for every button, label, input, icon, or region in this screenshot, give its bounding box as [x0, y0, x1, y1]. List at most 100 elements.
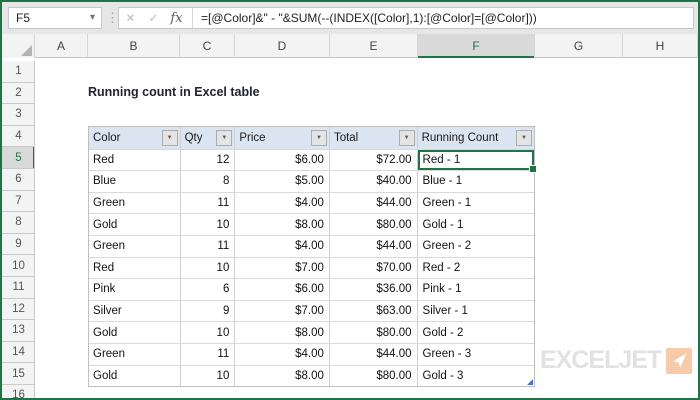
column-header-a[interactable]: A — [35, 34, 88, 58]
cell-total[interactable]: $80.00 — [330, 366, 418, 387]
column-header-g[interactable]: G — [535, 34, 623, 58]
cell-color[interactable]: Gold — [89, 214, 181, 235]
row-header[interactable]: 13 — [2, 320, 35, 342]
row-header[interactable]: 3 — [2, 104, 35, 126]
row-header[interactable]: 11 — [2, 277, 35, 299]
row-header[interactable]: 16 — [2, 385, 35, 398]
cell-price[interactable]: $4.00 — [235, 344, 330, 365]
cell-color[interactable]: Green — [89, 344, 181, 365]
cell-color[interactable]: Red — [89, 258, 181, 279]
cell-price[interactable]: $6.00 — [235, 150, 330, 171]
cell-qty[interactable]: 6 — [181, 279, 236, 300]
cell-total[interactable]: $44.00 — [330, 236, 418, 257]
table-header-price[interactable]: Price ▼ — [235, 127, 330, 149]
column-header-c[interactable]: C — [180, 34, 235, 58]
row-header[interactable]: 1 — [2, 61, 35, 83]
row-header[interactable]: 15 — [2, 363, 35, 385]
cell-color[interactable]: Gold — [89, 322, 181, 343]
cell-total[interactable]: $72.00 — [330, 150, 418, 171]
cell-total[interactable]: $40.00 — [330, 171, 418, 192]
cell-qty[interactable]: 10 — [181, 258, 236, 279]
row-header[interactable]: 14 — [2, 342, 35, 364]
cell-qty[interactable]: 10 — [181, 214, 236, 235]
column-header-e[interactable]: E — [330, 34, 418, 58]
column-header-d[interactable]: D — [235, 34, 330, 58]
cell-running-count[interactable]: Gold - 3 — [418, 366, 534, 387]
row-header[interactable]: 5 — [2, 147, 35, 169]
cell-total[interactable]: $63.00 — [330, 301, 418, 322]
row-header[interactable]: 6 — [2, 169, 35, 191]
row-header[interactable]: 10 — [2, 255, 35, 277]
cell-qty[interactable]: 10 — [181, 366, 236, 387]
cell-total[interactable]: $80.00 — [330, 214, 418, 235]
table-row: Green 11 $4.00 $44.00 Green - 2 — [89, 235, 534, 257]
row-header[interactable]: 9 — [2, 234, 35, 256]
filter-dropdown-icon[interactable]: ▼ — [216, 130, 232, 146]
insert-function-icon[interactable]: fx — [165, 11, 188, 26]
filter-dropdown-icon[interactable]: ▼ — [162, 130, 178, 146]
column-header-f-selected[interactable]: F — [418, 34, 535, 58]
cell-price[interactable]: $8.00 — [235, 366, 330, 387]
filter-dropdown-icon[interactable]: ▼ — [311, 130, 327, 146]
cell-price[interactable]: $4.00 — [235, 193, 330, 214]
cell-running-count[interactable]: Blue - 1 — [418, 171, 534, 192]
filter-dropdown-icon[interactable]: ▼ — [516, 130, 532, 146]
cell-total[interactable]: $36.00 — [330, 279, 418, 300]
cell-price[interactable]: $4.00 — [235, 236, 330, 257]
name-box[interactable]: F5 ▾ — [8, 7, 102, 29]
formula-divider — [192, 8, 193, 28]
filter-dropdown-icon[interactable]: ▼ — [399, 130, 415, 146]
cell-qty[interactable]: 8 — [181, 171, 236, 192]
cell-color[interactable]: Pink — [89, 279, 181, 300]
table-body: Red 12 $6.00 $72.00 Red - 1 Blue 8 $5.00… — [89, 149, 534, 387]
column-header-h[interactable]: H — [623, 34, 698, 58]
cell-price[interactable]: $7.00 — [235, 301, 330, 322]
row-header[interactable]: 7 — [2, 191, 35, 213]
enter-icon[interactable]: ✓ — [142, 11, 165, 25]
cell-price[interactable]: $8.00 — [235, 322, 330, 343]
table-header-running-count[interactable]: Running Count ▼ — [418, 127, 534, 149]
cell-running-count[interactable]: Green - 2 — [418, 236, 534, 257]
cell-color[interactable]: Blue — [89, 171, 181, 192]
cell-total[interactable]: $44.00 — [330, 344, 418, 365]
cancel-icon[interactable]: ✕ — [119, 11, 142, 25]
cell-color[interactable]: Red — [89, 150, 181, 171]
table-row: Red 12 $6.00 $72.00 Red - 1 — [89, 149, 534, 171]
cell-qty[interactable]: 11 — [181, 344, 236, 365]
cell-running-count[interactable]: Red - 1 — [418, 150, 534, 171]
cell-total[interactable]: $80.00 — [330, 322, 418, 343]
cell-price[interactable]: $8.00 — [235, 214, 330, 235]
cell-total[interactable]: $70.00 — [330, 258, 418, 279]
cell-qty[interactable]: 11 — [181, 193, 236, 214]
select-all-button[interactable] — [2, 34, 35, 58]
cell-color[interactable]: Green — [89, 236, 181, 257]
cell-price[interactable]: $7.00 — [235, 258, 330, 279]
cell-price[interactable]: $6.00 — [235, 279, 330, 300]
cell-qty[interactable]: 10 — [181, 322, 236, 343]
cell-price[interactable]: $5.00 — [235, 171, 330, 192]
cell-running-count[interactable]: Gold - 2 — [418, 322, 534, 343]
cell-qty[interactable]: 9 — [181, 301, 236, 322]
cell-color[interactable]: Green — [89, 193, 181, 214]
row-header[interactable]: 8 — [2, 212, 35, 234]
formula-input[interactable]: =[@Color]&" - "&SUM(--(INDEX([Color],1):… — [195, 11, 693, 25]
cell-color[interactable]: Gold — [89, 366, 181, 387]
table-header-total[interactable]: Total ▼ — [330, 127, 418, 149]
cell-running-count[interactable]: Silver - 1 — [418, 301, 534, 322]
cell-qty[interactable]: 12 — [181, 150, 236, 171]
cell-running-count[interactable]: Gold - 1 — [418, 214, 534, 235]
name-box-dropdown-icon[interactable]: ▾ — [90, 12, 95, 23]
cell-running-count[interactable]: Green - 3 — [418, 344, 534, 365]
row-header[interactable]: 2 — [2, 83, 35, 105]
table-header-color[interactable]: Color ▼ — [89, 127, 181, 149]
row-header[interactable]: 12 — [2, 299, 35, 321]
row-header[interactable]: 4 — [2, 126, 35, 148]
cell-running-count[interactable]: Green - 1 — [418, 193, 534, 214]
cell-qty[interactable]: 11 — [181, 236, 236, 257]
cell-running-count[interactable]: Red - 2 — [418, 258, 534, 279]
table-header-qty[interactable]: Qty ▼ — [181, 127, 236, 149]
cell-running-count[interactable]: Pink - 1 — [418, 279, 534, 300]
column-header-b[interactable]: B — [88, 34, 180, 58]
cell-total[interactable]: $44.00 — [330, 193, 418, 214]
cell-color[interactable]: Silver — [89, 301, 181, 322]
